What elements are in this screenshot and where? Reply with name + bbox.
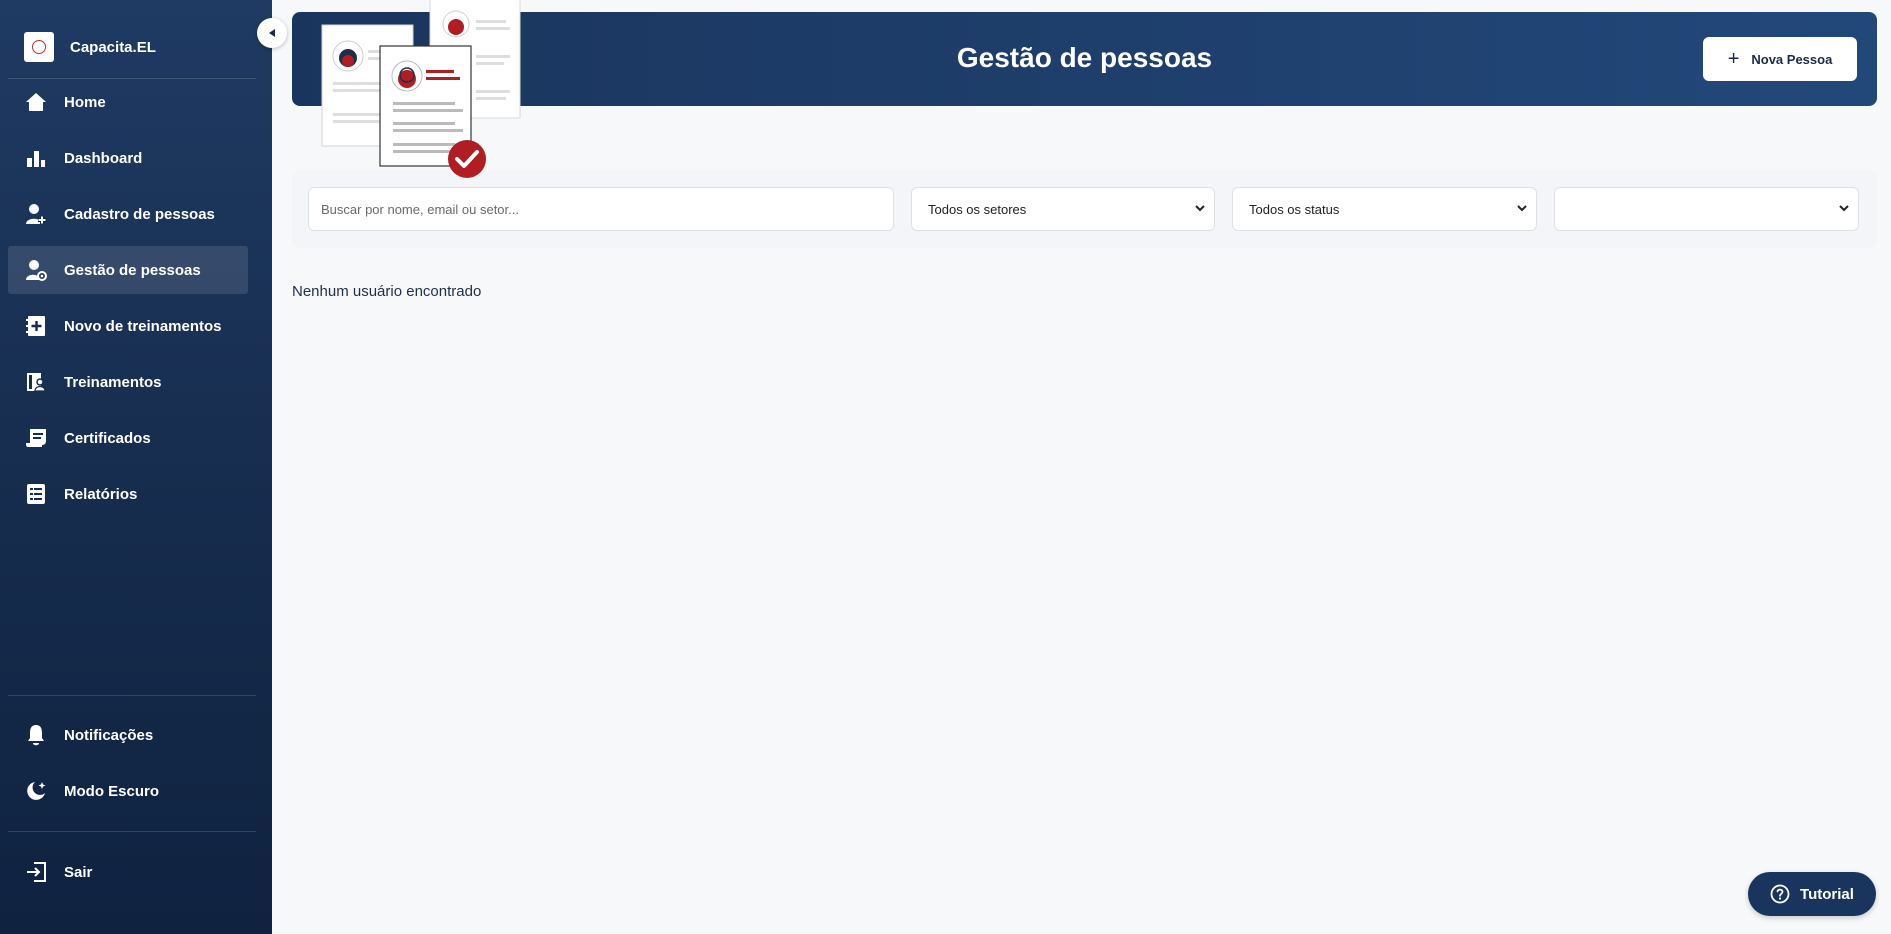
moon-icon — [25, 780, 47, 802]
bar-chart-icon — [25, 147, 47, 169]
user-gear-icon — [25, 259, 47, 281]
status-select[interactable]: Todos os status — [1232, 187, 1537, 231]
status-select-value: Todos os status — [1249, 201, 1340, 217]
bell-icon — [25, 724, 47, 746]
sidebar-item-label: Novo de treinamentos — [64, 317, 222, 335]
brand-logo — [24, 32, 54, 62]
sidebar-item-label: Notificações — [64, 726, 154, 744]
certificate-icon — [25, 427, 47, 449]
collapse-arrow-icon — [269, 29, 275, 37]
notebook-plus-icon — [25, 315, 47, 337]
sidebar-item-cadastro[interactable]: Cadastro de pessoas — [8, 190, 248, 238]
sidebar-item-dashboard[interactable]: Dashboard — [8, 134, 248, 182]
sidebar-item-treinamentos[interactable]: Treinamentos — [8, 358, 248, 406]
sidebar-item-sair[interactable]: Sair — [8, 848, 248, 896]
sidebar-item-certificados[interactable]: Certificados — [8, 414, 248, 462]
sidebar-item-relatorios[interactable]: Relatórios — [8, 470, 248, 518]
sector-select-value: Todos os setores — [928, 201, 1027, 217]
sidebar-item-label: Dashboard — [64, 149, 143, 167]
extra-filter-select[interactable] — [1554, 187, 1859, 231]
sidebar-item-label: Cadastro de pessoas — [64, 205, 215, 223]
user-plus-icon — [25, 203, 47, 225]
sidebar-item-gestao[interactable]: Gestão de pessoas — [8, 246, 248, 294]
new-person-button-label: Nova Pessoa — [1751, 51, 1833, 67]
question-circle-icon — [1770, 884, 1790, 904]
sidebar-divider — [8, 695, 256, 696]
new-person-button[interactable]: + Nova Pessoa — [1703, 37, 1857, 81]
brand-name: Capacita.EL — [70, 38, 156, 56]
plus-icon: + — [1727, 48, 1740, 70]
chevron-down-icon — [1195, 205, 1205, 212]
chevron-down-icon — [1839, 205, 1849, 212]
tutorial-button-label: Tutorial — [1800, 885, 1854, 903]
documents-illustration — [321, 0, 521, 178]
tutorial-button[interactable]: Tutorial — [1748, 872, 1876, 916]
chevron-down-icon — [1517, 205, 1527, 212]
book-user-icon — [25, 371, 47, 393]
filters-panel: Todos os setores Todos os status — [292, 170, 1877, 248]
sidebar-divider — [8, 831, 256, 832]
sidebar-item-modo-escuro[interactable]: Modo Escuro — [8, 767, 248, 815]
report-icon — [25, 483, 47, 505]
sidebar-item-novo-treinamentos[interactable]: Novo de treinamentos — [8, 302, 248, 350]
sidebar-item-label: Home — [64, 93, 106, 111]
sector-select[interactable]: Todos os setores — [911, 187, 1215, 231]
empty-state-message: Nenhum usuário encontrado — [292, 283, 482, 300]
sidebar-item-label: Relatórios — [64, 485, 138, 503]
page-title: Gestão de pessoas — [956, 42, 1213, 73]
sidebar-collapse-button[interactable] — [257, 18, 287, 48]
sidebar-item-label: Sair — [64, 863, 93, 881]
sidebar-item-label: Modo Escuro — [64, 782, 160, 800]
logout-icon — [25, 861, 47, 883]
sidebar-item-home[interactable]: Home — [8, 78, 248, 126]
home-icon — [25, 91, 47, 113]
sidebar-item-label: Gestão de pessoas — [64, 261, 201, 279]
sidebar-item-label: Certificados — [64, 429, 151, 447]
page-header-banner: Gestão de pessoas + Nova Pessoa — [292, 12, 1877, 106]
sidebar-item-notificacoes[interactable]: Notificações — [8, 711, 248, 759]
brand[interactable]: Capacita.EL — [24, 32, 156, 62]
sidebar-item-label: Treinamentos — [64, 373, 162, 391]
search-input[interactable] — [308, 187, 894, 231]
sidebar: Capacita.EL Home Dashboard Cadastro de p… — [0, 0, 272, 934]
